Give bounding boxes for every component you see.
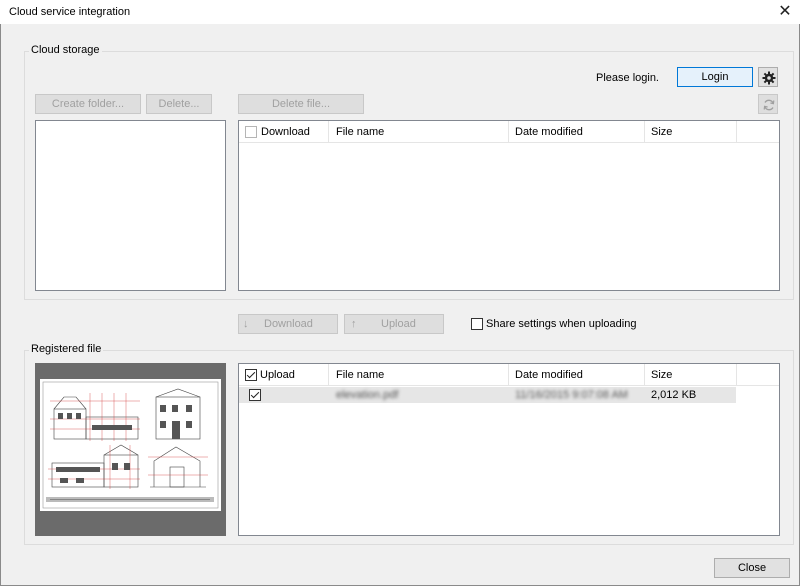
column-header-download[interactable]: Download	[261, 126, 310, 138]
download-button[interactable]: ↓ Download	[238, 314, 338, 334]
create-folder-button[interactable]: Create folder...	[35, 94, 141, 114]
column-header-file-name[interactable]: File name	[336, 369, 384, 381]
column-divider[interactable]	[508, 121, 509, 143]
column-divider[interactable]	[736, 121, 737, 143]
share-settings-checkbox[interactable]	[471, 318, 483, 330]
cloud-file-list-header: Download File name Date modified Size	[239, 121, 779, 143]
drawing-thumbnail	[40, 379, 221, 511]
upload-button-label: Upload	[381, 318, 416, 330]
download-arrow-icon: ↓	[243, 318, 249, 330]
upload-arrow-icon: ↑	[351, 318, 357, 330]
row-date-modified: 11/16/2015 9:07:08 AM	[515, 389, 628, 401]
row-upload-checkbox[interactable]	[249, 389, 261, 401]
upload-button[interactable]: ↑ Upload	[344, 314, 444, 334]
share-settings-label[interactable]: Share settings when uploading	[486, 318, 636, 330]
column-header-upload[interactable]: Upload	[260, 369, 295, 381]
row-size: 2,012 KB	[651, 389, 697, 401]
file-preview	[35, 363, 226, 536]
column-divider[interactable]	[644, 364, 645, 386]
cloud-file-list[interactable]: Download File name Date modified Size	[238, 120, 780, 291]
column-header-date-modified[interactable]: Date modified	[515, 369, 583, 381]
login-status: Please login.	[596, 72, 659, 84]
column-divider[interactable]	[508, 364, 509, 386]
close-icon[interactable]: ✕	[774, 2, 796, 22]
registered-file-list[interactable]: Upload File name Date modified Size elev…	[238, 363, 780, 536]
registered-file-label: Registered file	[29, 343, 104, 355]
download-button-label: Download	[264, 318, 313, 330]
elevation-drawing-image	[42, 381, 219, 509]
table-row[interactable]: elevation.pdf 11/16/2015 9:07:08 AM 2,01…	[239, 387, 736, 403]
login-button[interactable]: Login	[677, 67, 753, 87]
cloud-storage-label: Cloud storage	[29, 44, 102, 56]
registered-file-list-header: Upload File name Date modified Size	[239, 364, 779, 386]
column-divider[interactable]	[328, 364, 329, 386]
column-header-size[interactable]: Size	[651, 126, 672, 138]
column-header-file-name[interactable]: File name	[336, 126, 384, 138]
title-bar: Cloud service integration ✕	[0, 0, 800, 24]
gear-icon	[762, 71, 776, 85]
column-header-date-modified[interactable]: Date modified	[515, 126, 583, 138]
folder-tree[interactable]	[35, 120, 226, 291]
row-file-name: elevation.pdf	[336, 389, 399, 401]
column-header-size[interactable]: Size	[651, 369, 672, 381]
column-divider[interactable]	[328, 121, 329, 143]
window-title: Cloud service integration	[9, 6, 131, 18]
settings-button[interactable]	[758, 67, 778, 87]
column-divider[interactable]	[644, 121, 645, 143]
column-divider[interactable]	[736, 364, 737, 386]
download-all-checkbox[interactable]	[245, 126, 257, 138]
delete-folder-button[interactable]: Delete...	[146, 94, 212, 114]
close-button[interactable]: Close	[714, 558, 790, 578]
refresh-icon	[763, 99, 775, 111]
delete-file-button[interactable]: Delete file...	[238, 94, 364, 114]
upload-all-checkbox[interactable]	[245, 369, 257, 381]
refresh-button[interactable]	[758, 94, 778, 114]
